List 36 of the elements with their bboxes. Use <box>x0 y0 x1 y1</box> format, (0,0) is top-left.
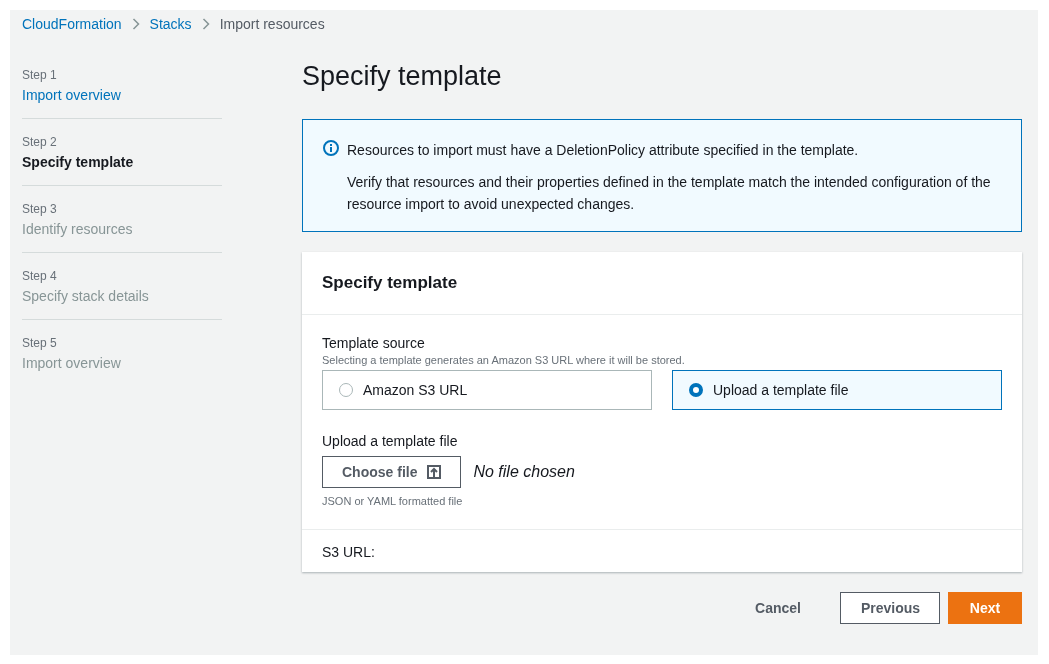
field-label: Template source <box>322 334 426 352</box>
step-number: Step 5 <box>22 336 58 350</box>
radio-tile[interactable]: Upload a template file <box>672 370 1002 410</box>
radio-label: Amazon S3 URL <box>363 382 468 398</box>
step-label: Import overview <box>22 355 122 371</box>
breadcrumb-current: Import resources <box>219 16 325 32</box>
radio-button[interactable] <box>689 383 703 397</box>
step-label[interactable]: Specify template <box>22 154 222 170</box>
info-icon <box>323 140 339 156</box>
field-description: Selecting a template generates an Amazon S3 URL where it will be stored. <box>322 353 686 368</box>
field-label: Upload a template file <box>322 432 459 450</box>
breadcrumb-link[interactable]: CloudFormation <box>22 16 122 32</box>
alert-detail: Verify that resources and their properties defined in the template match the intended configuration of the resource import to avoid unexpected changes. <box>347 173 992 214</box>
panel-title: Specify template <box>322 272 459 294</box>
previous-button[interactable]: Previous <box>840 592 940 624</box>
step-label: Specify stack details <box>22 288 150 304</box>
step-number: Step 1 <box>22 68 58 82</box>
step-label[interactable]: Import overview <box>22 87 222 103</box>
choose-file-button[interactable]: Choose file <box>322 456 462 488</box>
field-hint: JSON or YAML formatted file <box>322 494 464 509</box>
step-number: Step 3 <box>22 202 58 216</box>
cancel-button[interactable]: Cancel <box>734 592 822 624</box>
s3-url-label: S3 URL: <box>322 544 375 560</box>
step-number: Step 4 <box>22 269 58 283</box>
chevron-right-icon <box>131 18 140 30</box>
chevron-right-icon <box>201 18 210 30</box>
radio-tile[interactable]: Amazon S3 URL <box>322 370 652 410</box>
step-number: Step 2 <box>22 135 58 149</box>
radio-label: Upload a template file <box>713 382 849 398</box>
page-title: Specify template <box>302 60 503 93</box>
breadcrumb-link[interactable]: Stacks <box>149 16 192 32</box>
upload-icon <box>427 465 442 479</box>
file-status: No file chosen <box>473 463 575 481</box>
alert-message: Resources to import must have a DeletionPolicy attribute specified in the template. <box>347 141 860 160</box>
step-label: Identify resources <box>22 221 134 237</box>
radio-button[interactable] <box>339 383 353 397</box>
